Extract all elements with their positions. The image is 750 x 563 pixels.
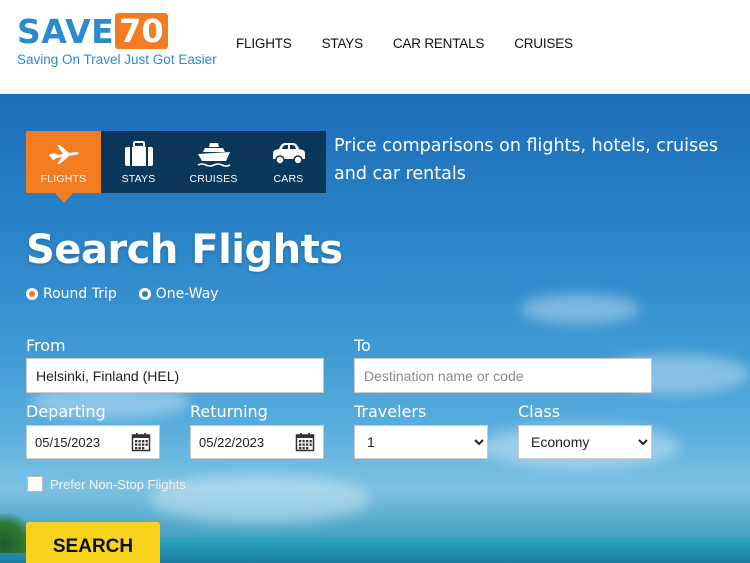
suitcase-icon xyxy=(124,141,153,166)
radio-label: One-Way xyxy=(155,286,219,302)
calendar-icon[interactable] xyxy=(295,432,315,452)
to-label: To xyxy=(354,336,371,355)
radio-unchecked-icon xyxy=(138,288,151,300)
nav-cruises[interactable]: CRUISES xyxy=(514,36,573,51)
search-button[interactable]: SEARCH xyxy=(26,522,160,563)
logo-number-badge: 70 xyxy=(115,13,168,49)
from-input[interactable] xyxy=(26,358,324,393)
to-input[interactable] xyxy=(354,358,652,393)
car-icon xyxy=(272,143,305,165)
tab-label: FLIGHTS xyxy=(40,173,87,185)
tab-stays[interactable]: STAYS xyxy=(101,131,176,193)
returning-label: Returning xyxy=(190,402,268,421)
category-tabs: FLIGHTS STAYS CRUISES CARS xyxy=(26,131,326,203)
cloud-decoration xyxy=(520,294,640,324)
tab-cars[interactable]: CARS xyxy=(251,131,326,193)
page-title: Search Flights xyxy=(26,227,343,273)
one-way-radio[interactable]: One-Way xyxy=(138,286,219,302)
hero-tagline: Price comparisons on flights, hotels, cr… xyxy=(334,136,718,184)
nav-car-rentals[interactable]: CAR RENTALS xyxy=(393,36,485,51)
departing-label: Departing xyxy=(26,402,106,421)
ship-icon xyxy=(197,143,230,167)
departing-date-field[interactable]: 05/15/2023 xyxy=(26,425,160,459)
radio-label: Round Trip xyxy=(43,286,117,302)
travelers-select[interactable]: 1 xyxy=(354,425,488,459)
tagline: Saving On Travel Just Got Easier xyxy=(17,52,217,67)
logo-word: SAVE xyxy=(17,12,115,51)
from-label: From xyxy=(26,336,66,355)
returning-date-field[interactable]: 05/22/2023 xyxy=(190,425,324,459)
nav-flights[interactable]: FLIGHTS xyxy=(236,36,292,51)
returning-date-value: 05/22/2023 xyxy=(199,434,265,450)
tab-cruises[interactable]: CRUISES xyxy=(176,131,251,193)
calendar-icon[interactable] xyxy=(131,432,151,452)
tab-label: CARS xyxy=(273,173,304,185)
checkbox-box[interactable] xyxy=(27,476,43,492)
trip-type-group: Round Trip One-Way xyxy=(26,286,241,302)
nonstop-label: Prefer Non-Stop Flights xyxy=(50,476,186,492)
travelers-label: Travelers xyxy=(354,402,427,421)
departing-date-value: 05/15/2023 xyxy=(35,434,101,450)
tab-label: CRUISES xyxy=(189,173,238,185)
tab-label: STAYS xyxy=(121,173,156,185)
round-trip-radio[interactable]: Round Trip xyxy=(26,286,117,302)
logo[interactable]: SAVE 70 Saving On Travel Just Got Easier xyxy=(17,12,217,67)
main-nav: FLIGHTS STAYS CAR RENTALS CRUISES xyxy=(236,36,603,51)
tab-flights[interactable]: FLIGHTS xyxy=(26,131,101,203)
class-select[interactable]: Economy xyxy=(518,425,652,459)
class-label: Class xyxy=(518,402,561,421)
nonstop-checkbox[interactable]: Prefer Non-Stop Flights xyxy=(27,476,186,492)
airplane-icon xyxy=(48,145,79,164)
nav-stays[interactable]: STAYS xyxy=(322,36,363,51)
radio-checked-icon xyxy=(26,288,38,300)
site-header: SAVE 70 Saving On Travel Just Got Easier … xyxy=(0,0,750,94)
hero-section: FLIGHTS STAYS CRUISES CARS Price compari… xyxy=(0,94,750,563)
